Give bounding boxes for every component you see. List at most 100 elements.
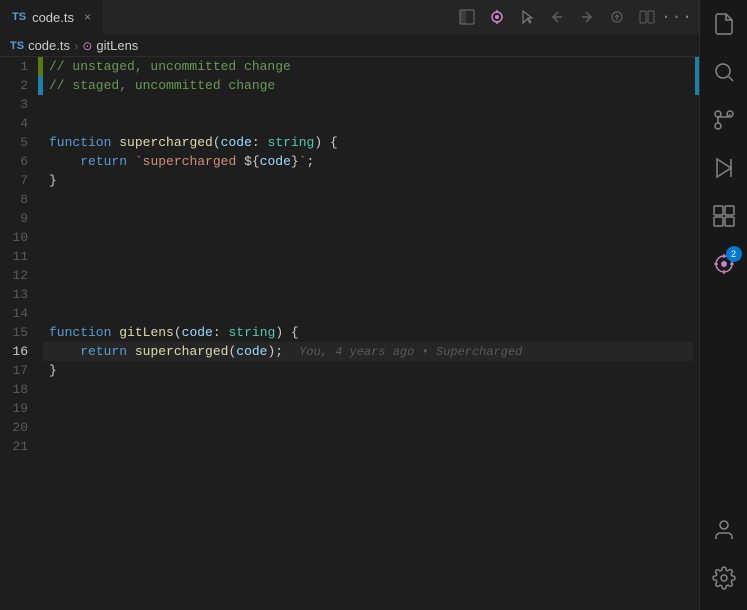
line-row: 13 xyxy=(0,285,693,304)
activity-icon-search[interactable] xyxy=(700,48,747,96)
code-line: return supercharged(code);You, 4 years a… xyxy=(43,342,693,361)
line-row: 16 return supercharged(code);You, 4 year… xyxy=(0,342,693,361)
code-line xyxy=(43,304,693,323)
split-editor-icon[interactable] xyxy=(633,3,661,31)
line-number: 19 xyxy=(0,399,38,418)
close-tab-icon[interactable]: × xyxy=(84,10,91,24)
code-line: function supercharged(code: string) { xyxy=(43,133,693,152)
code-line xyxy=(43,95,693,114)
activity-icon-run[interactable] xyxy=(700,144,747,192)
line-row: 12 xyxy=(0,266,693,285)
line-number: 13 xyxy=(0,285,38,304)
line-row: 19 xyxy=(0,399,693,418)
open-changes-icon[interactable] xyxy=(603,3,631,31)
line-number: 17 xyxy=(0,361,38,380)
breadcrumb-function[interactable]: gitLens xyxy=(96,38,138,53)
code-line xyxy=(43,114,693,133)
git-blame-text: You, 4 years ago • Supercharged xyxy=(299,345,522,359)
gitlens-icon[interactable] xyxy=(483,3,511,31)
line-number: 14 xyxy=(0,304,38,323)
code-line xyxy=(43,285,693,304)
line-row: 6 return `supercharged ${code}`; xyxy=(0,152,693,171)
breadcrumb: TS code.ts › ⊙ gitLens xyxy=(0,35,699,57)
line-row: 3 xyxy=(0,95,693,114)
line-number: 6 xyxy=(0,152,38,171)
line-row: 15 function gitLens(code: string) { xyxy=(0,323,693,342)
line-number: 2 xyxy=(0,76,38,95)
code-line xyxy=(43,228,693,247)
line-number: 21 xyxy=(0,437,38,456)
code-line xyxy=(43,190,693,209)
activity-icon-git[interactable] xyxy=(700,96,747,144)
line-row: 18 xyxy=(0,380,693,399)
line-row: 20 xyxy=(0,418,693,437)
navigate-back-icon[interactable] xyxy=(543,3,571,31)
activity-bar-top: 2 xyxy=(700,0,747,506)
line-number: 20 xyxy=(0,418,38,437)
line-row: 10 xyxy=(0,228,693,247)
line-row: 2 // staged, uncommitted change xyxy=(0,76,693,95)
toggle-panel-icon[interactable] xyxy=(453,3,481,31)
code-line xyxy=(43,418,693,437)
breadcrumb-lang: TS xyxy=(10,40,24,52)
code-line: return `supercharged ${code}`; xyxy=(43,152,693,171)
code-line: // staged, uncommitted change xyxy=(43,76,693,95)
line-number: 1 xyxy=(0,57,38,76)
editor-area: TS code.ts × xyxy=(0,0,699,610)
tab-bar: TS code.ts × xyxy=(0,0,699,35)
line-row: 8 xyxy=(0,190,693,209)
tab-lang: TS xyxy=(12,11,26,23)
line-row: 1 // unstaged, uncommitted change xyxy=(0,57,693,76)
navigate-forward-icon[interactable] xyxy=(573,3,601,31)
activity-icon-settings[interactable] xyxy=(700,554,747,602)
line-row: 14 xyxy=(0,304,693,323)
line-number: 18 xyxy=(0,380,38,399)
breadcrumb-separator: › xyxy=(74,38,78,53)
code-line: } xyxy=(43,361,693,380)
line-number: 16 xyxy=(0,342,38,361)
activity-bar-bottom xyxy=(700,506,747,602)
code-line: } xyxy=(43,171,693,190)
line-number: 12 xyxy=(0,266,38,285)
code-editor[interactable]: 1 // unstaged, uncommitted change 2 // stag… xyxy=(0,57,699,610)
line-number: 9 xyxy=(0,209,38,228)
activity-icon-account[interactable] xyxy=(700,506,747,554)
code-line xyxy=(43,247,693,266)
line-number: 11 xyxy=(0,247,38,266)
gitlens-badge: 2 xyxy=(726,246,742,262)
code-line: // unstaged, uncommitted change xyxy=(43,57,693,76)
right-gutter xyxy=(693,57,699,610)
activity-bar: 2 xyxy=(699,0,747,610)
line-row: 5 function supercharged(code: string) { xyxy=(0,133,693,152)
breadcrumb-func-icon: ⊙ xyxy=(82,39,92,53)
line-number: 3 xyxy=(0,95,38,114)
tab-actions: ··· xyxy=(453,3,699,31)
line-row: 4 xyxy=(0,114,693,133)
line-number: 10 xyxy=(0,228,38,247)
line-number: 8 xyxy=(0,190,38,209)
tab-filename: code.ts xyxy=(32,10,74,25)
line-number: 7 xyxy=(0,171,38,190)
breadcrumb-filename[interactable]: code.ts xyxy=(28,38,70,53)
line-row: 21 xyxy=(0,437,693,456)
line-number: 4 xyxy=(0,114,38,133)
activity-icon-files[interactable] xyxy=(700,0,747,48)
line-row: 11 xyxy=(0,247,693,266)
cursor-icon[interactable] xyxy=(513,3,541,31)
code-line: function gitLens(code: string) { xyxy=(43,323,693,342)
editor-tab[interactable]: TS code.ts × xyxy=(0,0,104,35)
line-number: 15 xyxy=(0,323,38,342)
activity-icon-gitlens[interactable]: 2 xyxy=(700,240,747,288)
line-row: 17} xyxy=(0,361,693,380)
line-row: 9 xyxy=(0,209,693,228)
line-number: 5 xyxy=(0,133,38,152)
git-scroll-marker xyxy=(695,57,699,95)
code-line xyxy=(43,437,693,456)
code-line xyxy=(43,266,693,285)
code-line xyxy=(43,380,693,399)
activity-icon-extensions[interactable] xyxy=(700,192,747,240)
more-actions-icon[interactable]: ··· xyxy=(663,3,691,31)
line-row: 7} xyxy=(0,171,693,190)
code-line xyxy=(43,209,693,228)
code-line xyxy=(43,399,693,418)
